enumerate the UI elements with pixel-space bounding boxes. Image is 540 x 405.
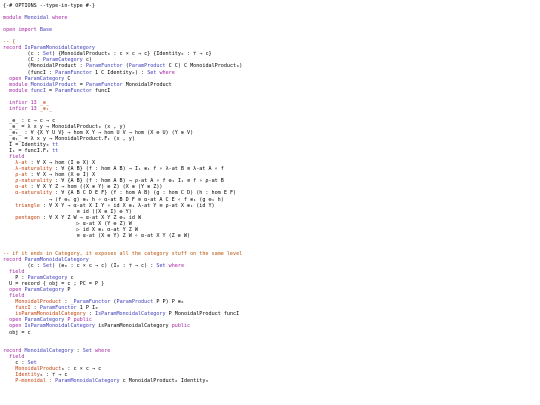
code-token-text: (x , y): [110, 136, 135, 143]
code-token-kw: where: [165, 263, 185, 270]
code-token-text: :: [73, 347, 83, 354]
code-token-type: ParamFunctor: [55, 87, 92, 94]
code-token-text: ₀: [205, 377, 209, 384]
code-token-type: ParamProduct: [116, 299, 154, 306]
code-token-text: ): [239, 63, 243, 70]
code-token-type: IsParamMonoidalCategory: [24, 323, 96, 330]
code-token-var: P-monoidal :: [3, 377, 56, 384]
code-token-text: isParamMonoidalCategory: [95, 323, 172, 330]
code-token-type: Base: [39, 27, 53, 34]
code-token-text: ≡ α-at (X ⊗ Y) Z W ∘ α-at X Y (Z ⊗ W): [3, 232, 191, 239]
code-token-type: Set: [156, 263, 166, 270]
code-token-text: : ⊤ → c) :: [119, 263, 157, 270]
code-token-kw: public: [171, 323, 191, 330]
code-token-type: MonoidalCategory: [24, 347, 74, 354]
code-token-kw: where: [156, 69, 175, 76]
code-token-text: Identity: [177, 377, 206, 384]
code-line[interactable]: P-monoidal : ParamMonoidalCategory c Mon…: [3, 378, 540, 384]
code-token-type: tt: [49, 148, 59, 155]
code-token-text: MonoidalProduct: [122, 81, 172, 88]
code-editor[interactable]: {-# OPTIONS --type-in-type #-} module Mo…: [0, 0, 540, 384]
code-token-type: IsParamMonoidalCategory: [95, 311, 166, 318]
code-token-text: =: [45, 87, 56, 94]
code-token-kw: module: [3, 15, 25, 22]
code-token-text: 1 C Identity: [91, 69, 132, 76]
code-token-text: ≡ f ∘ ρ-at B: [183, 178, 224, 185]
code-token-text: : c × c → c} {Identity: [110, 51, 181, 58]
code-token-text: ) :: [134, 69, 148, 76]
code-token-text: ₀: [180, 299, 184, 306]
code-token-type: Set: [147, 69, 157, 76]
code-token-text: P P) P ⊗: [153, 299, 181, 306]
code-token-kw: where: [52, 15, 68, 22]
code-token-type: Set: [82, 347, 92, 354]
code-token-text: P MonoidalProduct funcI: [165, 311, 240, 318]
code-token-text: : ⊤ → c}: [183, 51, 212, 58]
code-token-text: ⊗₁ f ∘ λ-at B ≡ λ-at A ∘ f: [141, 166, 224, 173]
code-token-var: _⊗₁_: [39, 105, 53, 112]
code-token-text: ) (⊗: [52, 263, 65, 270]
code-token-kw: where: [91, 347, 111, 354]
code-token-kw: module: [3, 87, 31, 94]
code-token-kw: infixr 13: [3, 105, 40, 112]
code-token-text: funcI: [91, 87, 111, 94]
code-token-type: Set: [42, 263, 53, 270]
code-token-text: : c × c → c: [64, 365, 102, 372]
code-token-type: Monoidal: [24, 15, 53, 22]
code-token-type: ParamMonoidalCategory: [55, 377, 120, 384]
code-token-type: ParamCategory: [24, 287, 65, 294]
code-token-text: C C) C MonoidalProduct: [165, 63, 237, 70]
code-token-kw: open import: [3, 27, 40, 34]
code-token-text: obj = c: [3, 329, 31, 336]
code-token-text: c MonoidalProduct: [119, 377, 175, 384]
code-token-text: : c × c → c) (I: [67, 263, 117, 270]
code-token-type: funcI: [30, 87, 46, 94]
code-token-text: {-# OPTIONS --type-in-type #-}: [3, 3, 96, 9]
code-token-text: P: [64, 287, 71, 294]
